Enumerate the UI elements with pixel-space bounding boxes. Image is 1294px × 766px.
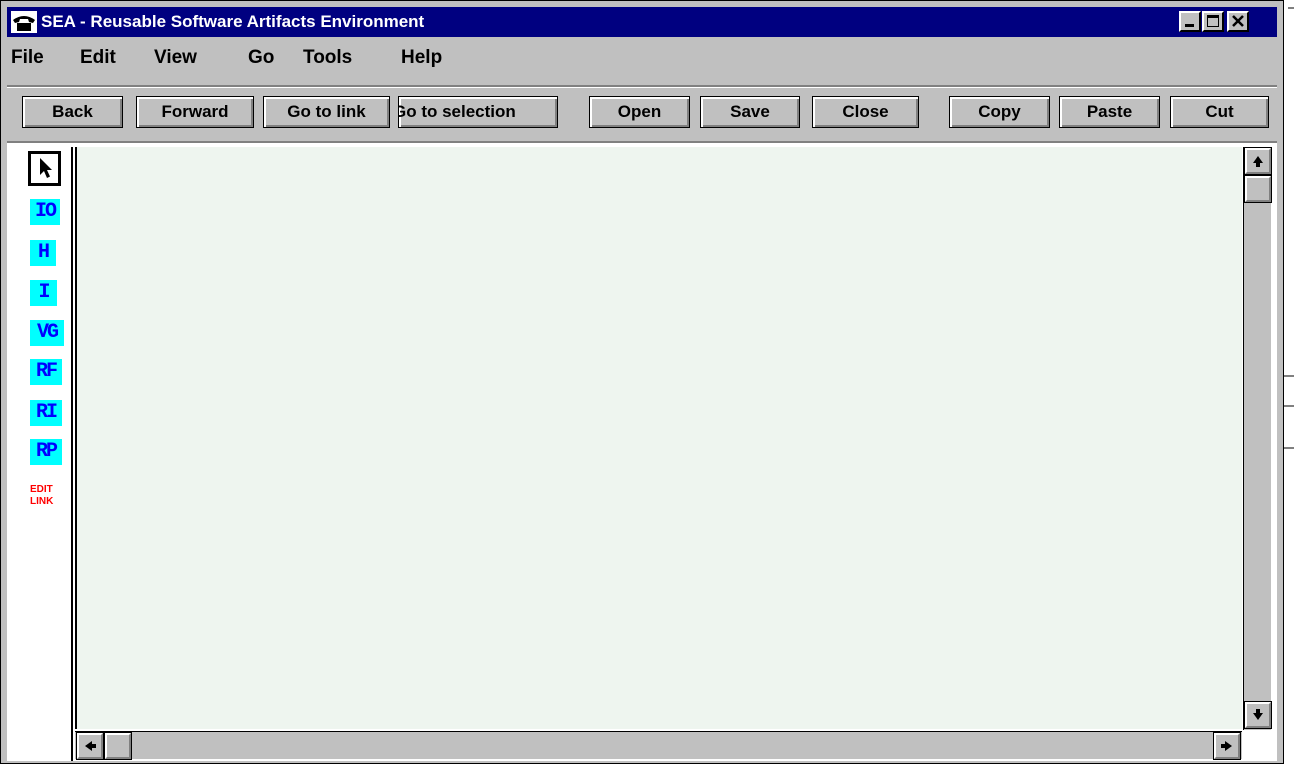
menu-bar: File Edit View Go Tools Help bbox=[7, 39, 1277, 83]
arrow-down-icon bbox=[1253, 709, 1263, 720]
tool-rp[interactable]: RP bbox=[30, 439, 62, 465]
menu-edit[interactable]: Edit bbox=[80, 39, 116, 77]
scroll-down-button[interactable] bbox=[1244, 701, 1272, 729]
document-canvas[interactable] bbox=[75, 147, 1242, 729]
close-button[interactable] bbox=[1227, 11, 1249, 32]
telephone-icon bbox=[11, 11, 37, 33]
scrollbar-corner bbox=[1243, 731, 1271, 759]
minimize-button[interactable] bbox=[1179, 11, 1201, 32]
cut-button[interactable]: Cut bbox=[1170, 96, 1269, 128]
tool-h[interactable]: H bbox=[30, 240, 56, 266]
edit-link-line1: EDIT bbox=[30, 484, 53, 495]
close-doc-button[interactable]: Close bbox=[812, 96, 919, 128]
menu-tools[interactable]: Tools bbox=[303, 39, 352, 77]
horizontal-scrollbar[interactable] bbox=[75, 731, 1242, 760]
title-bar[interactable]: SEA - Reusable Software Artifacts Enviro… bbox=[7, 7, 1277, 37]
menu-view[interactable]: View bbox=[154, 39, 197, 77]
go-to-link-button[interactable]: Go to link bbox=[263, 96, 390, 128]
go-to-selection-label: Go to selection bbox=[398, 102, 516, 121]
menu-help[interactable]: Help bbox=[401, 39, 442, 77]
select-tool[interactable] bbox=[28, 151, 61, 186]
go-to-selection-button[interactable]: Go to selection bbox=[398, 96, 558, 128]
paste-button[interactable]: Paste bbox=[1059, 96, 1160, 128]
close-icon bbox=[1232, 15, 1244, 27]
background-window-edge bbox=[1284, 7, 1294, 449]
vertical-scrollbar[interactable] bbox=[1243, 147, 1272, 730]
minimize-icon bbox=[1185, 24, 1194, 27]
edit-link-line2: LINK bbox=[30, 496, 54, 507]
toolbar-divider bbox=[7, 85, 1277, 88]
menu-go[interactable]: Go bbox=[248, 39, 274, 77]
scroll-left-button[interactable] bbox=[76, 732, 104, 760]
arrow-up-icon bbox=[1253, 156, 1263, 167]
tool-ri[interactable]: RI bbox=[30, 400, 62, 426]
arrow-pointer-icon bbox=[40, 158, 52, 178]
save-button[interactable]: Save bbox=[700, 96, 800, 128]
maximize-icon bbox=[1207, 15, 1219, 27]
forward-button[interactable]: Forward bbox=[136, 96, 254, 128]
scroll-right-button[interactable] bbox=[1213, 732, 1241, 760]
open-button[interactable]: Open bbox=[589, 96, 690, 128]
scroll-up-button[interactable] bbox=[1244, 147, 1272, 175]
arrow-left-icon bbox=[85, 741, 96, 751]
back-button[interactable]: Back bbox=[22, 96, 123, 128]
tool-vg[interactable]: VG bbox=[30, 320, 64, 346]
tool-i[interactable]: I bbox=[30, 280, 57, 306]
tool-rf[interactable]: RF bbox=[30, 359, 62, 385]
horizontal-scroll-thumb[interactable] bbox=[104, 732, 132, 760]
tool-io[interactable]: IO bbox=[30, 199, 60, 225]
menu-file[interactable]: File bbox=[11, 39, 44, 77]
copy-button[interactable]: Copy bbox=[949, 96, 1050, 128]
edit-link-tool[interactable]: EDIT LINK bbox=[30, 484, 64, 508]
vertical-scroll-thumb[interactable] bbox=[1244, 175, 1272, 203]
window-title: SEA - Reusable Software Artifacts Enviro… bbox=[41, 12, 425, 31]
arrow-right-icon bbox=[1221, 741, 1232, 751]
maximize-button[interactable] bbox=[1202, 11, 1224, 32]
